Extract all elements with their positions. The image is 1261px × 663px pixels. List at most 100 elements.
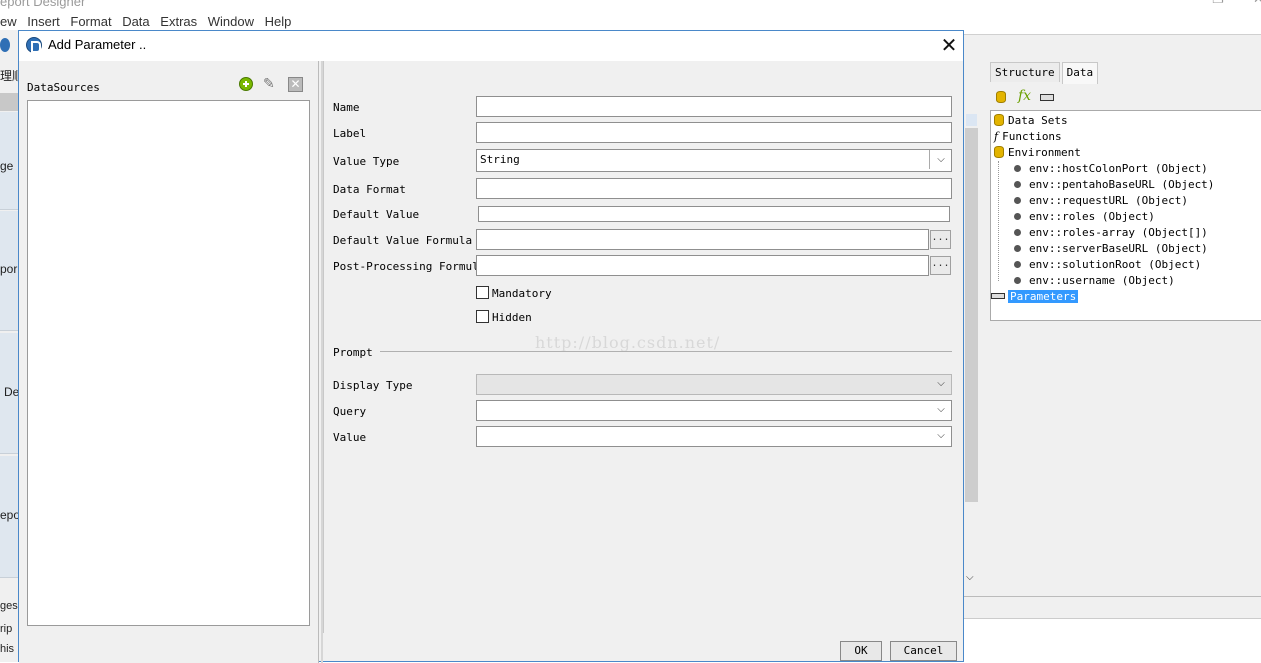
default-value-formula-input[interactable] (476, 229, 929, 250)
dialog-titlebar[interactable]: Add Parameter .. ✕ (19, 31, 963, 61)
scrollbar-thumb[interactable] (965, 128, 978, 502)
maximize-icon[interactable]: ❐ (1212, 0, 1224, 7)
data-format-label: Data Format (333, 183, 406, 196)
tree-env-item[interactable]: env::roles (Object) (1014, 209, 1155, 225)
cancel-button[interactable]: Cancel (890, 641, 957, 661)
query-label: Query (333, 405, 367, 418)
tree-env-item[interactable]: env::hostColonPort (Object) (1014, 161, 1208, 177)
label-label: Label (333, 127, 367, 140)
post-processing-formula-input[interactable] (476, 255, 929, 276)
tree-item-parameters[interactable]: Parameters (991, 289, 1079, 305)
bullet-icon (1014, 197, 1021, 204)
default-value-label: Default Value (333, 208, 420, 221)
default-value-formula-ellipsis-button[interactable]: ... (930, 230, 951, 249)
bullet-icon (1014, 229, 1021, 236)
bullet-icon (1014, 261, 1021, 268)
post-processing-formula-label: Post-Processing Formula (333, 260, 486, 273)
bullet-icon (1014, 245, 1021, 252)
add-datasource-icon[interactable] (239, 77, 253, 91)
left-header-block (0, 93, 18, 111)
add-parameter-icon[interactable] (1040, 94, 1054, 101)
menu-window[interactable]: Window (208, 14, 254, 29)
chevron-down-icon: ⌵ (937, 154, 945, 165)
bullet-icon (1014, 213, 1021, 220)
hidden-label: Hidden (492, 311, 532, 324)
post-processing-formula-ellipsis-button[interactable]: ... (930, 256, 951, 275)
menu-data[interactable]: Data (122, 14, 149, 29)
minimize-icon[interactable]: — (1168, 0, 1181, 7)
default-value-formula-label: Default Value Formula (333, 234, 473, 247)
chevron-down-icon: ⌵ (937, 378, 945, 389)
display-type-label: Display Type (333, 379, 413, 392)
bullet-icon (1014, 181, 1021, 188)
tree-item-data-sets[interactable]: Data Sets (994, 113, 1068, 129)
display-type-select[interactable]: ⌵ (476, 374, 952, 395)
tree-env-item[interactable]: env::username (Object) (1014, 273, 1175, 289)
value-type-value: String (480, 153, 520, 166)
edit-datasource-icon[interactable]: ✎ (263, 77, 277, 91)
tree-env-item[interactable]: env::pentahoBaseURL (Object) (1014, 177, 1214, 193)
left-fragment: rip (0, 623, 13, 635)
tab-structure[interactable]: Structure (990, 62, 1060, 82)
ok-button[interactable]: OK (840, 641, 882, 661)
value-label: Value (333, 431, 367, 444)
parameter-icon (991, 293, 1005, 299)
menu-insert[interactable]: Insert (27, 14, 60, 29)
hidden-checkbox[interactable] (476, 310, 489, 323)
tab-data[interactable]: Data (1061, 62, 1099, 84)
database-icon (994, 114, 1004, 126)
data-toolbar: fx (990, 86, 1261, 110)
tree-env-item[interactable]: env::roles-array (Object[]) (1014, 225, 1208, 241)
mandatory-checkbox[interactable] (476, 286, 489, 299)
value-select[interactable]: ⌵ (476, 426, 952, 447)
name-input[interactable] (476, 96, 952, 117)
value-type-label: Value Type (333, 155, 400, 168)
left-fragment: ges (0, 600, 18, 612)
scroll-down-icon[interactable]: ⌵ (966, 572, 974, 583)
menu-format[interactable]: Format (70, 14, 111, 29)
app-logo-icon (0, 38, 10, 52)
add-function-icon[interactable]: fx (1018, 88, 1031, 104)
watermark: http://blog.csdn.net/ (535, 333, 721, 352)
value-type-select[interactable]: String ⌵ (476, 149, 952, 172)
menu-view[interactable]: ew (0, 14, 17, 29)
datasources-label: DataSources (27, 81, 100, 94)
add-dataset-icon[interactable] (996, 91, 1006, 103)
default-value-input[interactable] (478, 206, 950, 222)
tree-env-item[interactable]: env::solutionRoot (Object) (1014, 257, 1201, 273)
tree-env-item[interactable]: env::requestURL (Object) (1014, 193, 1188, 209)
datasources-list[interactable] (27, 100, 310, 626)
environment-icon (994, 146, 1004, 158)
tree-item-environment[interactable]: Environment (994, 145, 1081, 161)
bullet-icon (1014, 277, 1021, 284)
menu-help[interactable]: Help (265, 14, 292, 29)
delete-datasource-icon[interactable]: ✕ (288, 77, 303, 92)
data-format-input[interactable] (476, 178, 952, 199)
tree-env-item[interactable]: env::serverBaseURL (Object) (1014, 241, 1208, 257)
chevron-down-icon: ⌵ (937, 404, 945, 415)
data-tree: Data Sets f Functions Environment env::ho… (990, 110, 1261, 321)
app-title: eport Designer (0, 0, 86, 9)
close-dialog-button[interactable]: ✕ (937, 33, 961, 57)
menu-extras[interactable]: Extras (160, 14, 197, 29)
left-fragment: his (0, 643, 15, 655)
function-icon: f (994, 130, 999, 143)
tree-item-functions[interactable]: f Functions (994, 129, 1062, 145)
prompt-separator (380, 351, 952, 352)
bottom-panel (963, 618, 1261, 662)
prompt-section-label: Prompt (333, 346, 373, 359)
dialog-title: Add Parameter .. (48, 37, 147, 52)
mandatory-label: Mandatory (492, 287, 552, 300)
left-fragment: por (0, 262, 18, 276)
label-input[interactable] (476, 122, 952, 143)
query-select[interactable]: ⌵ (476, 400, 952, 421)
bottom-toolbar (963, 596, 1261, 618)
bullet-icon (1014, 165, 1021, 172)
dialog-app-icon (26, 37, 42, 53)
name-label: Name (333, 101, 360, 114)
chevron-down-icon: ⌵ (937, 430, 945, 441)
data-panel-tabs: Structure Data (990, 62, 1100, 84)
close-window-icon[interactable]: ✕ (1253, 0, 1261, 7)
left-fragment: ge (0, 159, 14, 173)
scroll-up-icon[interactable] (966, 114, 977, 126)
